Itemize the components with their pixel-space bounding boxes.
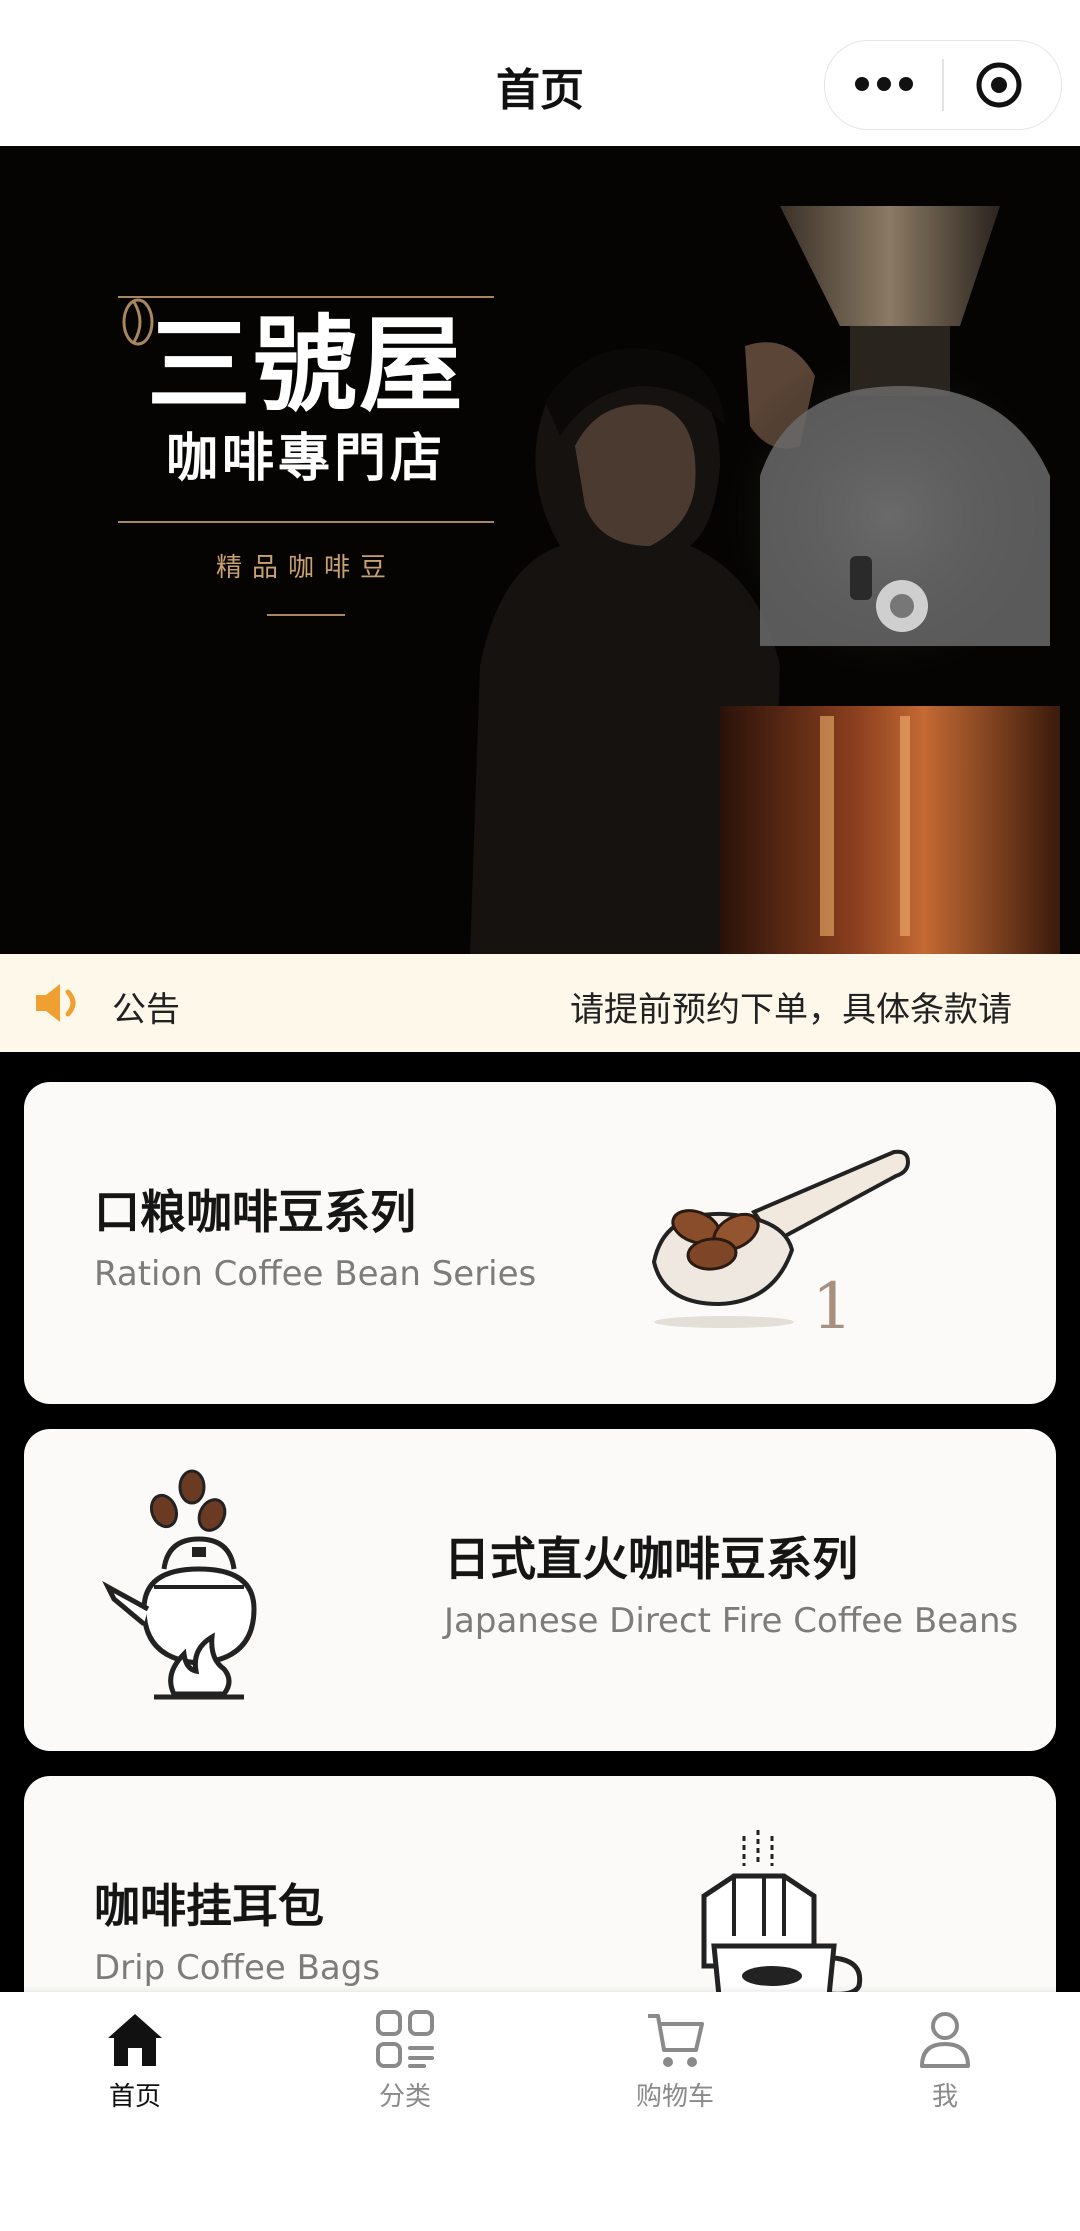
brand-tagline: 精品咖啡豆: [215, 552, 396, 583]
scoop-number: 1: [812, 1270, 853, 1344]
category-title-en: Japanese Direct Fire Coffee Beans: [444, 1601, 1019, 1641]
target-circle-icon[interactable]: [975, 61, 1023, 109]
brand-top-line: [118, 296, 494, 298]
speaker-icon: [36, 984, 76, 1022]
tab-cart[interactable]: 购物车: [590, 2008, 760, 2113]
notice-marquee-text: 请提前预约下单，具体条款请: [570, 990, 1012, 1030]
brand-short-line: [267, 613, 345, 616]
notice-bar[interactable]: 公告 请提前预约下单，具体条款请: [0, 954, 1080, 1052]
notice-label: 公告: [112, 990, 180, 1030]
capsule-divider: [942, 59, 944, 111]
tab-cart-label: 购物车: [635, 2082, 714, 2112]
category-title-en: Ration Coffee Bean Series: [94, 1254, 537, 1294]
brand-logo: 三號屋 咖啡專門店 精品咖啡豆: [118, 296, 494, 616]
category-card-japanese-fire[interactable]: 日式直火咖啡豆系列 Japanese Direct Fire Coffee Be…: [24, 1429, 1056, 1751]
drip-bag-cup-icon: [701, 1830, 863, 1992]
brand-subtitle: 咖啡專門店: [165, 428, 446, 490]
brand-bottom-line: [118, 520, 494, 523]
user-icon: [920, 2012, 970, 2068]
home-icon: [108, 2014, 162, 2066]
tab-home-label: 首页: [108, 2082, 161, 2112]
top-navigation-bar: 首页: [0, 0, 1080, 146]
more-dots-icon[interactable]: [855, 75, 915, 95]
brand-name: 三號屋: [146, 303, 465, 426]
bottom-tab-bar: 首页 分类 购物车 我: [0, 1992, 1080, 2231]
category-list: 口粮咖啡豆系列 Ration Coffee Bean Series 1 日式直火…: [0, 1052, 1080, 1992]
mini-program-capsule: [824, 40, 1062, 130]
tab-me[interactable]: 我: [860, 2008, 1030, 2113]
cart-icon: [648, 2014, 704, 2067]
tab-category-label: 分类: [378, 2082, 431, 2112]
hero-banner[interactable]: 三號屋 咖啡專門店 精品咖啡豆: [0, 146, 1080, 954]
coffee-bean-icon: [122, 298, 154, 346]
category-card-ration[interactable]: 口粮咖啡豆系列 Ration Coffee Bean Series 1: [24, 1082, 1056, 1404]
category-title-zh: 口粮咖啡豆系列: [94, 1185, 416, 1239]
coffee-scoop-icon: 1: [651, 1149, 911, 1344]
category-icon: [376, 2010, 434, 2068]
tab-category[interactable]: 分类: [320, 2008, 490, 2113]
category-title-zh: 咖啡挂耳包: [94, 1879, 324, 1933]
category-title-en: Drip Coffee Bags: [94, 1948, 381, 1988]
category-title-zh: 日式直火咖啡豆系列: [444, 1532, 858, 1586]
kettle-fire-icon: [102, 1469, 257, 1700]
tab-home[interactable]: 首页: [50, 2008, 220, 2113]
tab-me-label: 我: [931, 2082, 958, 2112]
category-card-drip-bags[interactable]: 咖啡挂耳包 Drip Coffee Bags: [24, 1776, 1056, 1992]
